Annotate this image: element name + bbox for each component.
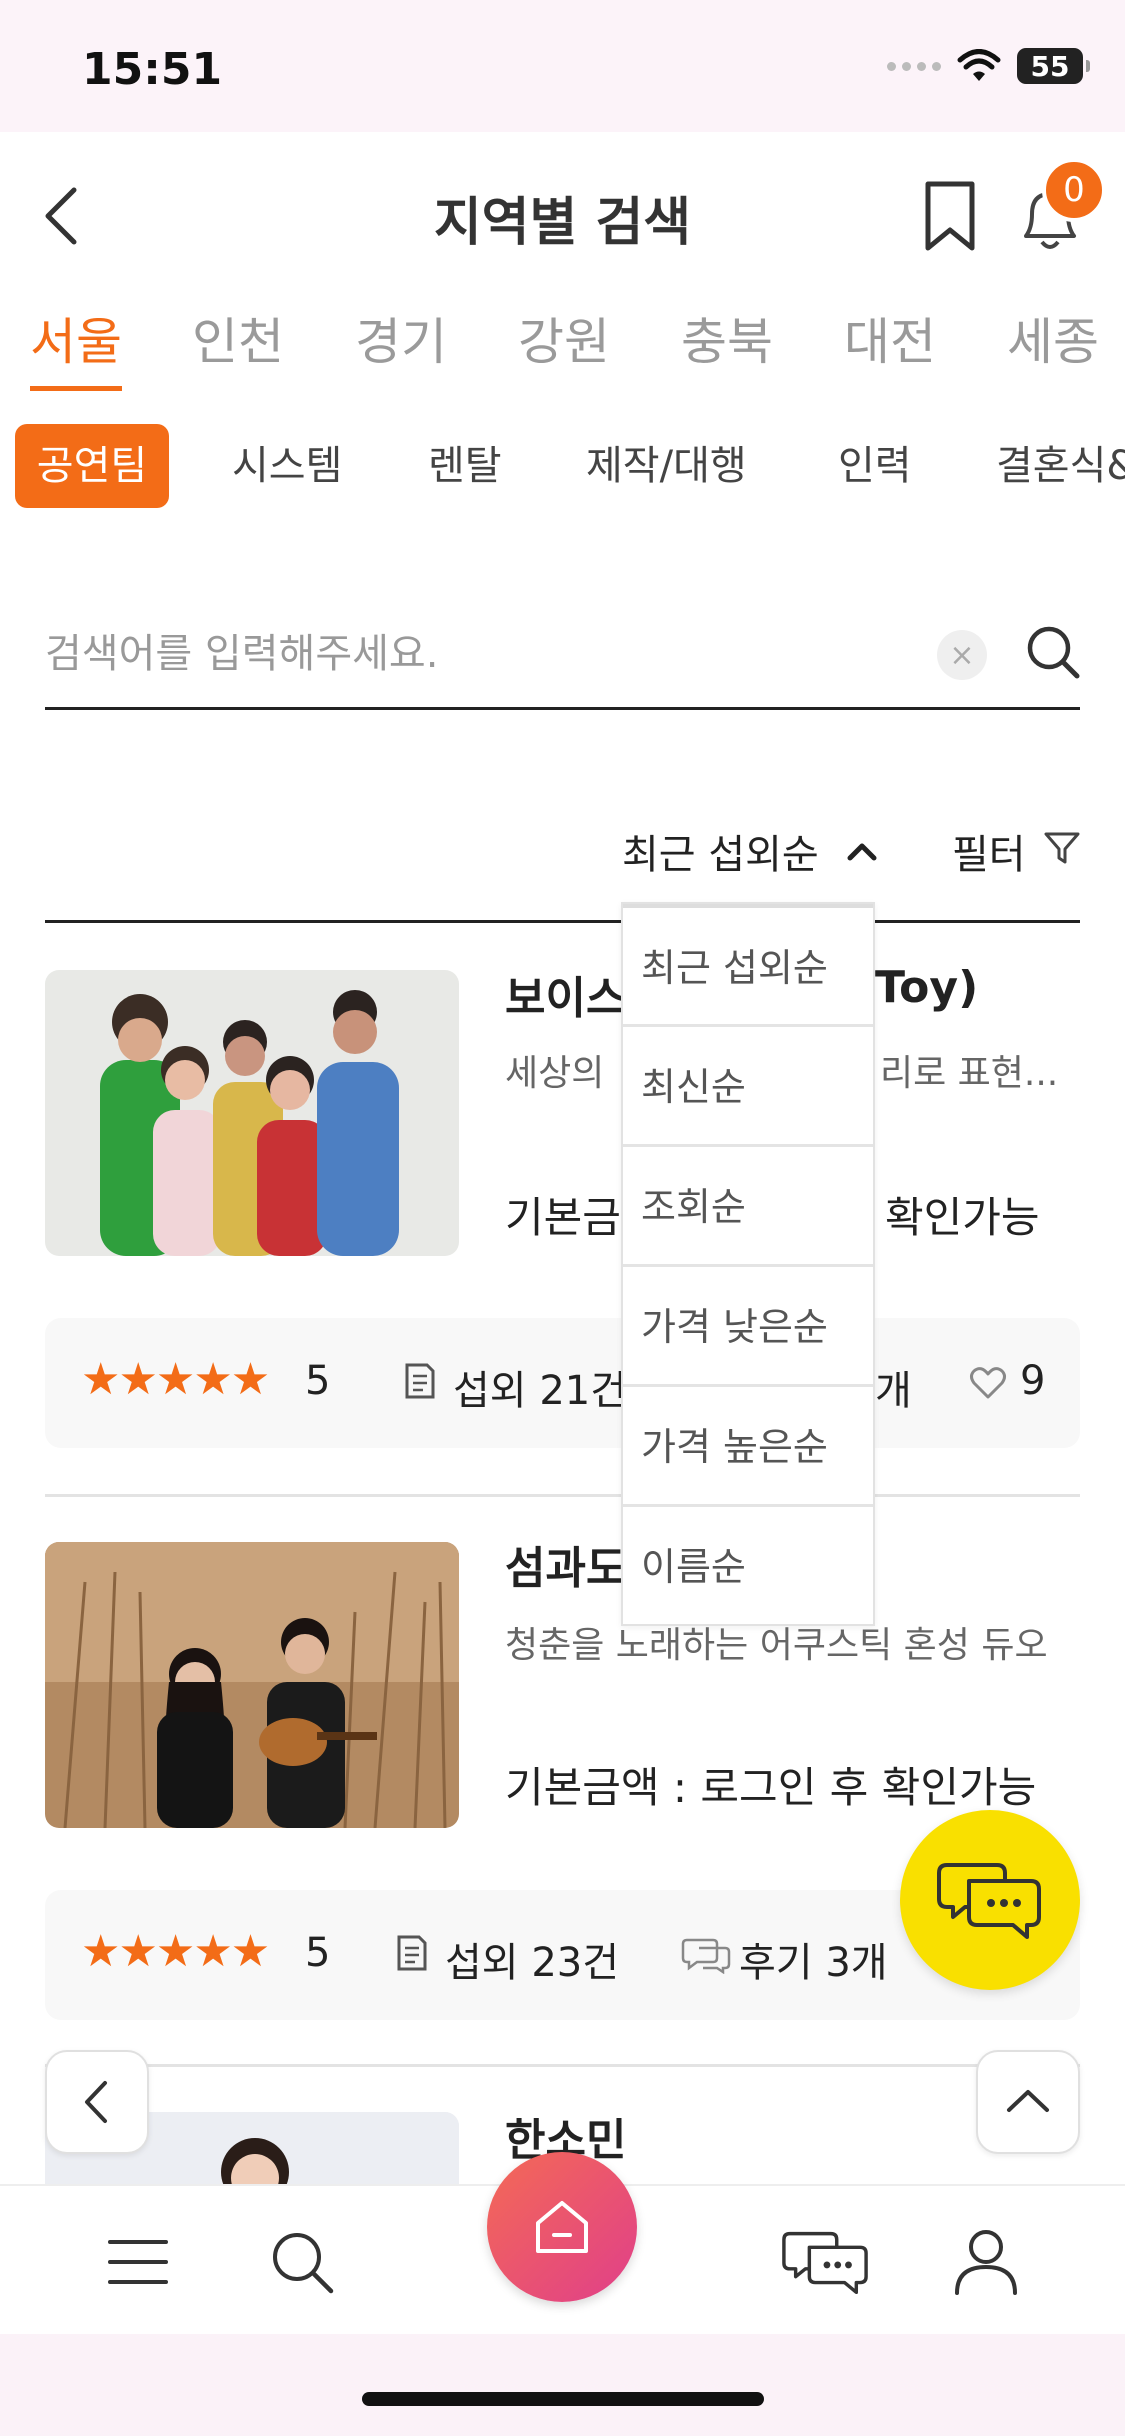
- battery-icon: 55: [1017, 48, 1090, 84]
- menu-nav-button[interactable]: [100, 2224, 176, 2300]
- listing-description-tail: 리로 표현...: [880, 1053, 1059, 1094]
- listing-divider: [45, 2064, 1080, 2067]
- listing-title[interactable]: 보이스: [505, 962, 626, 1026]
- region-tab-sejong[interactable]: 세종: [1007, 302, 1099, 374]
- sort-option-newest[interactable]: 최신순: [623, 1024, 873, 1144]
- listing-thumbnail[interactable]: [45, 970, 459, 1256]
- signal-icon: [887, 61, 941, 71]
- status-time: 15:51: [82, 44, 223, 95]
- home-nav-button[interactable]: [487, 2152, 637, 2302]
- filter-icon[interactable]: [1042, 828, 1082, 868]
- category-tab-rental[interactable]: 렌탈: [428, 424, 502, 508]
- status-bar: 15:51 55: [0, 0, 1125, 132]
- chat-icon: [782, 2231, 868, 2295]
- wifi-icon: [957, 49, 1001, 81]
- filter-button[interactable]: 필터: [952, 822, 1026, 880]
- like-count: 9: [1020, 1358, 1046, 1404]
- group-photo-image: [45, 970, 459, 1256]
- category-tab-system[interactable]: 시스템: [232, 424, 342, 508]
- history-back-button[interactable]: [45, 2050, 149, 2154]
- sort-option-recent-booking[interactable]: 최근 섭외순: [623, 904, 873, 1024]
- review-count: 개: [875, 1368, 912, 1414]
- category-tab-production[interactable]: 제작/대행: [586, 424, 747, 508]
- home-indicator-area: [0, 2334, 1125, 2436]
- category-tabs: 공연팀 시스템 렌탈 제작/대행 인력 결혼식&: [0, 424, 1125, 508]
- listing-stats: ★★★★★ 5 섭외 21건 개 9: [45, 1318, 1080, 1448]
- sort-option-price-low[interactable]: 가격 낮은순: [623, 1264, 873, 1384]
- clear-search-button[interactable]: ×: [937, 630, 987, 680]
- chevron-left-icon: [85, 2081, 107, 2123]
- review-count: 후기 3개: [739, 1940, 888, 1986]
- region-active-underline: [30, 386, 122, 391]
- home-icon: [536, 2201, 588, 2253]
- chat-icon: [937, 1863, 1041, 1939]
- chat-nav-button[interactable]: [780, 2224, 870, 2300]
- sort-option-price-high[interactable]: 가격 높은순: [623, 1384, 873, 1504]
- search-input[interactable]: [45, 622, 925, 686]
- category-tab-staffing[interactable]: 인력: [838, 424, 912, 508]
- region-tab-gangwon[interactable]: 강원: [518, 302, 610, 374]
- listing-title-tail: Toy): [875, 962, 979, 1013]
- sort-row: 최근 섭외순 필터: [0, 822, 1125, 912]
- menu-icon: [108, 2240, 168, 2284]
- bookmark-icon[interactable]: [920, 178, 980, 254]
- sort-divider: [45, 920, 1080, 923]
- listing-price: 기본금: [505, 1193, 621, 1242]
- listing-price: 기본금액 : 로그인 후 확인가능: [505, 1763, 1037, 1812]
- listing-divider: [45, 1494, 1080, 1497]
- search-nav-button[interactable]: [264, 2224, 340, 2300]
- user-icon: [955, 2230, 1017, 2295]
- listing-price-tail: 확인가능: [885, 1193, 1040, 1242]
- home-indicator[interactable]: [362, 2392, 764, 2406]
- rating-stars: ★★★★★: [81, 1354, 270, 1405]
- document-icon: [405, 1363, 435, 1399]
- region-tab-gyeonggi[interactable]: 경기: [355, 302, 447, 374]
- category-tab-wedding[interactable]: 결혼식&: [996, 424, 1125, 508]
- search-icon[interactable]: [1023, 622, 1083, 682]
- region-tab-chungbuk[interactable]: 충북: [681, 302, 773, 374]
- booking-count: 섭외 21건: [453, 1368, 628, 1414]
- sort-option-name[interactable]: 이름순: [623, 1504, 873, 1624]
- rating-value: 5: [305, 1358, 331, 1404]
- app-screen: 지역별 검색 0 서울 인천 경기 강원 충북 대전 세종 공연팀 시스템 렌탈…: [0, 132, 1125, 2184]
- chat-fab-button[interactable]: [900, 1810, 1080, 1990]
- region-tabs: 서울 인천 경기 강원 충북 대전 세종: [0, 302, 1125, 392]
- heart-icon[interactable]: [969, 1366, 1007, 1400]
- sort-dropdown-toggle[interactable]: 최근 섭외순: [622, 822, 819, 880]
- region-tab-incheon[interactable]: 인천: [192, 302, 284, 374]
- sort-option-views[interactable]: 조회순: [623, 1144, 873, 1264]
- duo-photo-image: [45, 1542, 459, 1828]
- rating-stars: ★★★★★: [81, 1926, 270, 1977]
- category-tab-performance[interactable]: 공연팀: [15, 424, 169, 508]
- region-tab-daejeon[interactable]: 대전: [844, 302, 936, 374]
- status-icons: 55: [887, 48, 1090, 84]
- notification-badge: 0: [1042, 158, 1106, 222]
- review-icon: [681, 1938, 731, 1974]
- rating-value: 5: [305, 1930, 331, 1976]
- search-bar: ×: [45, 600, 1080, 710]
- region-tab-seoul[interactable]: 서울: [30, 302, 122, 374]
- sort-dropdown-menu: 최근 섭외순 최신순 조회순 가격 낮은순 가격 높은순 이름순: [621, 902, 875, 1626]
- chevron-up-icon: [1007, 2090, 1049, 2112]
- listing-title[interactable]: 섬과도: [505, 1532, 626, 1596]
- listing-description: 세상의: [505, 1053, 605, 1094]
- document-icon: [397, 1935, 427, 1971]
- booking-count: 섭외 23건: [445, 1940, 620, 1986]
- chevron-up-icon[interactable]: [842, 836, 882, 866]
- listing-thumbnail[interactable]: [45, 1542, 459, 1828]
- search-icon: [273, 2233, 334, 2294]
- header: 지역별 검색 0: [0, 132, 1125, 292]
- mypage-nav-button[interactable]: [948, 2224, 1024, 2300]
- scroll-top-button[interactable]: [976, 2050, 1080, 2154]
